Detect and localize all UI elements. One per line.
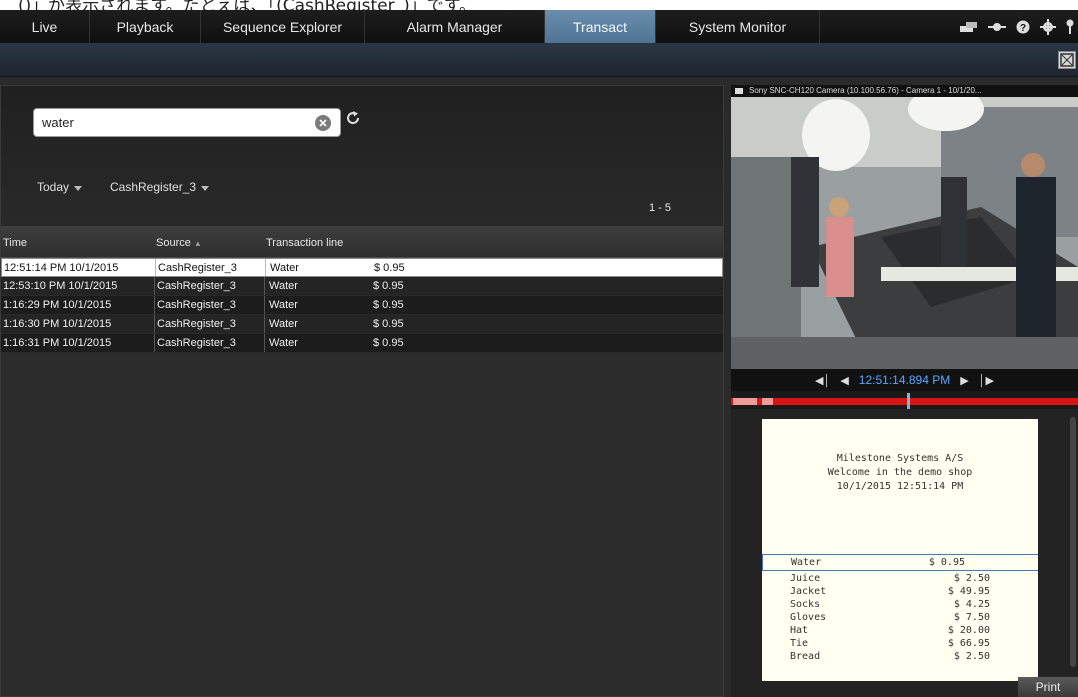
receipt-scrollbar[interactable] [1070,417,1076,667]
timeline-cursor[interactable] [907,393,910,409]
receipt-line[interactable]: Water $ 0.95 [762,554,1038,571]
previous-frame-icon[interactable]: ◀│ [815,374,830,387]
receipt-header: Milestone Systems A/S Welcome in the dem… [827,453,973,492]
clear-search-icon[interactable] [315,115,331,131]
table-row[interactable]: 12:53:10 PM 10/1/2015 CashRegister_3 Wat… [1,277,723,296]
receipt-line: Jacket $ 49.95 [790,586,990,597]
timeline-recording-bar [731,398,1078,405]
svg-text:?: ? [1020,23,1026,34]
chevron-down-icon [201,185,210,191]
sort-ascending-icon: ▲ [193,239,202,248]
caption-text: ()」が表示されます。たとえば、「(CashRegister_)」です。 [18,0,477,10]
help-icon[interactable]: ? [1016,20,1030,34]
table-row[interactable]: 12:51:14 PM 10/1/2015 CashRegister_3 Wat… [1,258,723,277]
receipt-line: Gloves $ 7.50 [790,612,990,623]
transaction-list: 12:51:14 PM 10/1/2015 CashRegister_3 Wat… [1,258,723,353]
search-field[interactable] [33,108,341,137]
playback-controls: ◀│ ◀ 12:51:14.894 PM ▶ │▶ [731,369,1078,391]
table-row[interactable]: 1:16:31 PM 10/1/2015 CashRegister_3 Wate… [1,334,723,353]
timeline-segment [762,398,773,405]
tab-playback[interactable]: Playback [90,10,201,43]
chevron-down-icon [74,185,83,191]
print-button[interactable]: Print [1018,677,1078,697]
next-frame-icon[interactable]: │▶ [979,374,994,387]
table-row[interactable]: 1:16:30 PM 10/1/2015 CashRegister_3 Wate… [1,315,723,334]
receipt-line: Juice $ 2.50 [790,573,990,584]
camera-title-bar: Sony SNC-CH120 Camera (10.100.56.76) - C… [731,85,1078,97]
column-time[interactable]: Time [3,237,27,249]
receipt-line: Socks $ 4.25 [790,599,990,610]
main-tab-bar: Live Playback Sequence Explorer Alarm Ma… [0,10,1078,43]
key-icon[interactable] [1066,19,1074,35]
receipt-line: Bread $ 2.50 [790,651,990,662]
maximize-icon[interactable] [1058,51,1076,69]
receipt: Milestone Systems A/S Welcome in the dem… [762,419,1038,681]
receipt-line: Hat $ 20.00 [790,625,990,636]
search-input[interactable] [34,109,304,136]
receipt-line: Tie $ 66.95 [790,638,990,649]
tab-system-monitor[interactable]: System Monitor [656,10,820,43]
monitor-icon[interactable] [988,21,1006,33]
playback-time: 12:51:14.894 PM [858,373,951,387]
source-filter-dropdown[interactable]: CashRegister_3 [110,180,210,194]
play-icon[interactable]: ▶ [960,374,968,387]
tab-sequence-explorer[interactable]: Sequence Explorer [201,10,365,43]
preview-panel: Sony SNC-CH120 Camera (10.100.56.76) - C… [731,85,1078,697]
step-back-icon[interactable]: ◀ [840,374,848,387]
tab-live[interactable]: Live [0,10,90,43]
tab-alarm-manager[interactable]: Alarm Manager [365,10,545,43]
camera-icon [735,88,743,94]
sub-toolbar [0,43,1078,77]
receipt-panel: Milestone Systems A/S Welcome in the dem… [731,409,1078,697]
transaction-search-panel: Today CashRegister_3 1 - 5 Time Source ▲… [0,85,724,697]
table-header: Time Source ▲ Transaction line [1,226,723,258]
camera-video[interactable] [731,97,1078,369]
refresh-icon[interactable] [345,110,361,129]
date-filter-dropdown[interactable]: Today [37,180,83,194]
timeline[interactable] [731,393,1078,409]
caption-strip: ()」が表示されます。たとえば、「(CashRegister_)」です。 [0,0,1078,10]
settings-icon[interactable] [1040,18,1056,35]
tile-icon[interactable] [960,21,978,33]
table-row[interactable]: 1:16:29 PM 10/1/2015 CashRegister_3 Wate… [1,296,723,315]
tab-transact[interactable]: Transact [545,10,656,43]
result-range: 1 - 5 [649,202,672,214]
column-source[interactable]: Source ▲ [156,237,202,249]
timeline-segment [733,398,757,405]
column-transaction-line[interactable]: Transaction line [266,237,343,249]
